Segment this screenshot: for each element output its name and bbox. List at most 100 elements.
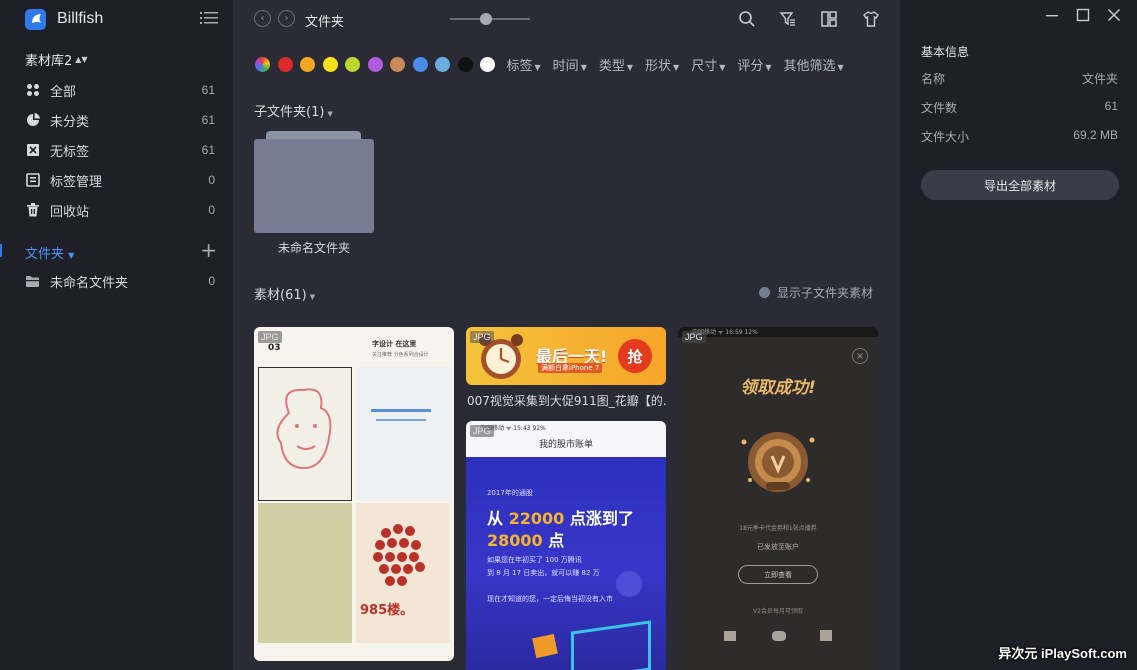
filter-time[interactable]: 时间 ▼ [553,55,587,74]
stock-header: 我的股市账单 [538,440,593,450]
poster-panel-green [258,503,352,643]
banner-subtitle: 满额白拿iPhone 7 [538,363,603,373]
toolbar: ‹ › 文件夹 [233,0,900,38]
breadcrumb: 文件夹 [305,15,345,30]
sidebar-item-label: 无标签 [50,144,90,160]
reward-text: 18元季卡代金券和1张点播券 [739,525,817,532]
zoom-slider-knob[interactable] [480,13,492,25]
close-icon: × [852,348,868,364]
sidebar-item-all[interactable]: 全部 61 [0,75,233,105]
pie-icon [25,113,40,128]
sidebar-item-count: 61 [201,113,215,127]
sidebar-item-label: 全部 [50,84,77,100]
box-icon [820,630,832,641]
color-swatch[interactable] [300,56,315,72]
color-swatch[interactable] [367,56,383,72]
subfolder-card[interactable]: 未命名文件夹 [254,131,374,256]
info-value: 文件夹 [1081,72,1118,86]
filter-type[interactable]: 类型 ▼ [599,55,633,74]
color-swatch[interactable] [412,56,428,72]
main-area: ‹ › 文件夹 标签 ▼ 时间 ▼ 类型 ▼ 形状 ▼ 尺寸 ▼ 评分 ▼ 其他筛选 ▼ 子文… [233,0,900,670]
subfolders-title[interactable]: 子文件夹(1) ▼ [254,101,333,120]
color-swatch[interactable] [457,56,473,72]
medal-icon [741,432,815,492]
no-tag-icon [25,143,40,158]
tag-manage-icon [25,173,40,188]
sidebar-item-unclassified[interactable]: 未分类 61 [0,105,233,135]
filter-size[interactable]: 尺寸 ▼ [691,55,725,74]
color-swatch[interactable] [322,56,338,72]
sidebar-item-label: 回收站 [50,204,90,220]
assets-title[interactable]: 素材(61) ▼ [254,284,315,303]
color-swatch[interactable] [390,56,405,72]
file-type-badge: JPG [258,331,282,343]
asset-thumbnail[interactable]: 中国移动 ᯤ 15:43 92% 我的股市账单 2017年的通股 从 22000… [466,421,666,670]
folders-label: 文件夹 ▼ [25,247,75,262]
minimize-icon[interactable] [1045,8,1059,22]
menu-list-icon[interactable] [200,11,218,25]
info-key: 文件数 [921,101,958,115]
color-swatch[interactable] [345,56,360,72]
sidebar-item-untagged[interactable]: 无标签 61 [0,135,233,165]
watermark: 异次元 iPlaySoft.com [998,646,1127,661]
filter-other[interactable]: 其他筛选 ▼ [784,55,844,74]
library-caret-icon: ▲▼ [75,55,88,64]
asset-thumbnail[interactable]: 中国移动 ᯤ 16:59 12% × 领取成功! 18元季卡代金券和1张点播券 … [678,327,878,670]
library-selector[interactable]: 素材库2 ▲▼ [25,50,88,69]
sidebar-folder-item[interactable]: 未命名文件夹 0 [0,266,233,296]
brand: Billfish [25,8,103,30]
back-button[interactable]: ‹ [254,10,271,27]
info-row-count: 文件数 61 [921,99,1118,115]
filter-icon[interactable] [779,10,797,28]
chevron-right-icon: › [284,13,289,24]
sidebar-item-trash[interactable]: 回收站 0 [0,195,233,225]
active-indicator [0,244,2,257]
info-panel: 基本信息 名称 文件夹 文件数 61 文件大小 69.2 MB 导出全部素材 [900,0,1137,670]
file-type-badge: JPG [682,331,706,343]
close-window-icon[interactable] [1107,8,1121,22]
poster-number: 03 [268,343,281,353]
library-name: 素材库2 [25,54,73,69]
sidebar-item-tag-manage[interactable]: 标签管理 0 [0,165,233,195]
file-type-badge: JPG [470,425,494,437]
info-key: 名称 [921,72,946,86]
gamepad-icon [772,631,786,641]
color-swatch[interactable] [435,56,450,72]
gift-icon [724,631,736,641]
sidebar-item-label: 标签管理 [50,174,103,190]
chevron-left-icon: ‹ [260,13,265,24]
view-now-button: 立即查看 [738,565,818,584]
filter-bar: 标签 ▼ 时间 ▼ 类型 ▼ 形状 ▼ 尺寸 ▼ 评分 ▼ 其他筛选 ▼ [255,55,852,74]
reward-title: 领取成功! [740,378,816,398]
add-folder-icon[interactable]: + [200,240,217,260]
search-icon[interactable] [738,10,756,28]
folders-section-header[interactable]: 文件夹 ▼ + [0,240,233,262]
filter-shape[interactable]: 形状 ▼ [645,55,679,74]
zoom-slider[interactable] [450,13,530,25]
sidebar-item-count: 0 [208,173,215,187]
info-value: 69.2 MB [1073,128,1118,142]
poster-panel-orange: 985楼。 [356,503,450,643]
info-value: 61 [1104,99,1118,113]
layout-icon[interactable] [820,10,838,28]
show-subfolder-assets-toggle[interactable]: 显示子文件夹素材 [759,284,873,301]
folder-label: 未命名文件夹 [50,275,129,291]
color-swatch[interactable] [277,56,293,72]
reward-text-3: V2会员每月可领取 [753,608,803,615]
export-all-button[interactable]: 导出全部素材 [921,170,1119,200]
reward-text-2: 已发放至账户 [757,543,799,551]
banner-grab-button: 抢 [618,339,652,373]
asset-thumbnail[interactable]: 字设计 在这里 关注推荐 分色系列合设计 03 985楼。 JPG [254,327,454,661]
filter-rating[interactable]: 评分 ▼ [737,55,771,74]
stock-line3: 如果您在年初买了 100 万腾讯 [487,556,582,564]
filter-tag[interactable]: 标签 ▼ [507,55,541,74]
poster-panel-blue [356,367,450,501]
forward-button[interactable]: › [278,10,295,27]
skin-shirt-icon[interactable] [862,10,880,28]
info-key: 文件大小 [921,130,970,144]
color-swatch[interactable] [480,56,495,72]
asset-thumbnail[interactable]: 最后一天! 满额白拿iPhone 7 抢 JPG [466,327,666,385]
maximize-icon[interactable] [1076,8,1090,22]
sidebar-item-count: 61 [201,143,215,157]
color-wheel-icon[interactable] [255,56,270,72]
